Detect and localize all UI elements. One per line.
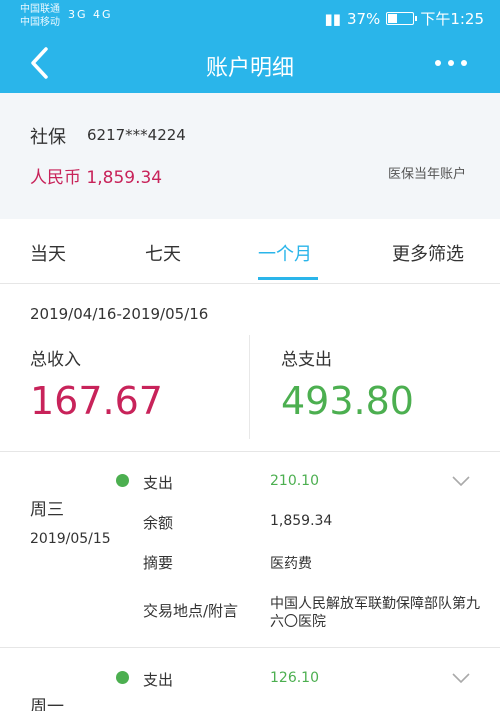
expense-label: 总支出 xyxy=(281,350,332,370)
transaction-item[interactable]: 支出 210.10 周三 2019/05/15 余额 1,859.34 摘要 医… xyxy=(0,452,500,648)
account-name: 社保 xyxy=(30,127,66,148)
tab-one-month[interactable]: 一个月 xyxy=(258,240,312,266)
transaction-weekday: 周一 xyxy=(30,697,64,711)
summary-panel: 2019/04/16-2019/05/16 总收入 167.67 总支出 493… xyxy=(0,283,500,452)
transaction-date: 2019/05/15 xyxy=(30,531,111,547)
location-line-2: 六〇医院 xyxy=(270,614,326,630)
memo-label: 摘要 xyxy=(143,554,174,572)
carrier-info: 中国联通 中国移动 xyxy=(20,3,60,29)
income-value: 167.67 xyxy=(30,379,163,423)
expense-dot-icon xyxy=(116,671,129,684)
income-label: 总收入 xyxy=(30,350,81,370)
tab-today[interactable]: 当天 xyxy=(30,240,66,266)
expense-value: 493.80 xyxy=(281,379,414,423)
memo-value: 医药费 xyxy=(270,556,312,572)
battery-percent: 37% xyxy=(346,9,381,28)
transaction-amount: 210.10 xyxy=(270,473,319,489)
transaction-type: 支出 xyxy=(143,671,174,689)
transaction-item[interactable]: 支出 126.10 周一 xyxy=(0,648,500,711)
account-number: 6217***4224 xyxy=(87,126,186,144)
location-label: 交易地点/附言 xyxy=(143,602,239,620)
expense-dot-icon xyxy=(116,474,129,487)
date-range: 2019/04/16-2019/05/16 xyxy=(30,305,209,323)
account-card: 社保 6217***4224 人民币 1,859.34 医保当年账户 xyxy=(0,93,500,219)
transaction-amount: 126.10 xyxy=(270,670,319,686)
transaction-type: 支出 xyxy=(143,474,174,492)
tab-seven-days[interactable]: 七天 xyxy=(145,240,181,266)
page-title: 账户明细 xyxy=(205,56,294,81)
balance-value: 1,859.34 xyxy=(270,513,333,529)
status-right: ▮▮ 37% 下午1:25 xyxy=(324,8,484,29)
status-time: 下午1:25 xyxy=(420,10,484,28)
transaction-weekday: 周三 xyxy=(30,500,64,520)
balance-label: 余额 xyxy=(143,514,174,532)
signal-icons: 3G 4G xyxy=(68,8,113,21)
chevron-down-icon[interactable] xyxy=(452,476,470,486)
account-balance: 人民币 1,859.34 xyxy=(30,168,163,188)
carrier-2: 中国移动 xyxy=(20,17,60,28)
account-type: 医保当年账户 xyxy=(387,167,466,182)
period-tabs: 当天 七天 一个月 更多筛选 xyxy=(0,219,500,284)
more-options-icon[interactable] xyxy=(434,56,468,70)
active-tab-indicator xyxy=(258,277,318,280)
tab-more-filters[interactable]: 更多筛选 xyxy=(392,240,464,266)
signal-icon: ▮▮ xyxy=(324,9,341,28)
location-line-1: 中国人民解放军联勤保障部队第九 xyxy=(270,596,480,612)
chevron-down-icon[interactable] xyxy=(452,673,470,683)
status-bar: 中国联通 中国移动 3G 4G ▮▮ 37% 下午1:25 xyxy=(0,0,500,34)
app-header: 账户明细 xyxy=(0,34,500,93)
battery-icon xyxy=(386,12,418,25)
top-bar: 中国联通 中国移动 3G 4G ▮▮ 37% 下午1:25 账户明细 xyxy=(0,0,500,93)
carrier-1: 中国联通 xyxy=(20,4,60,15)
summary-divider xyxy=(249,335,250,439)
